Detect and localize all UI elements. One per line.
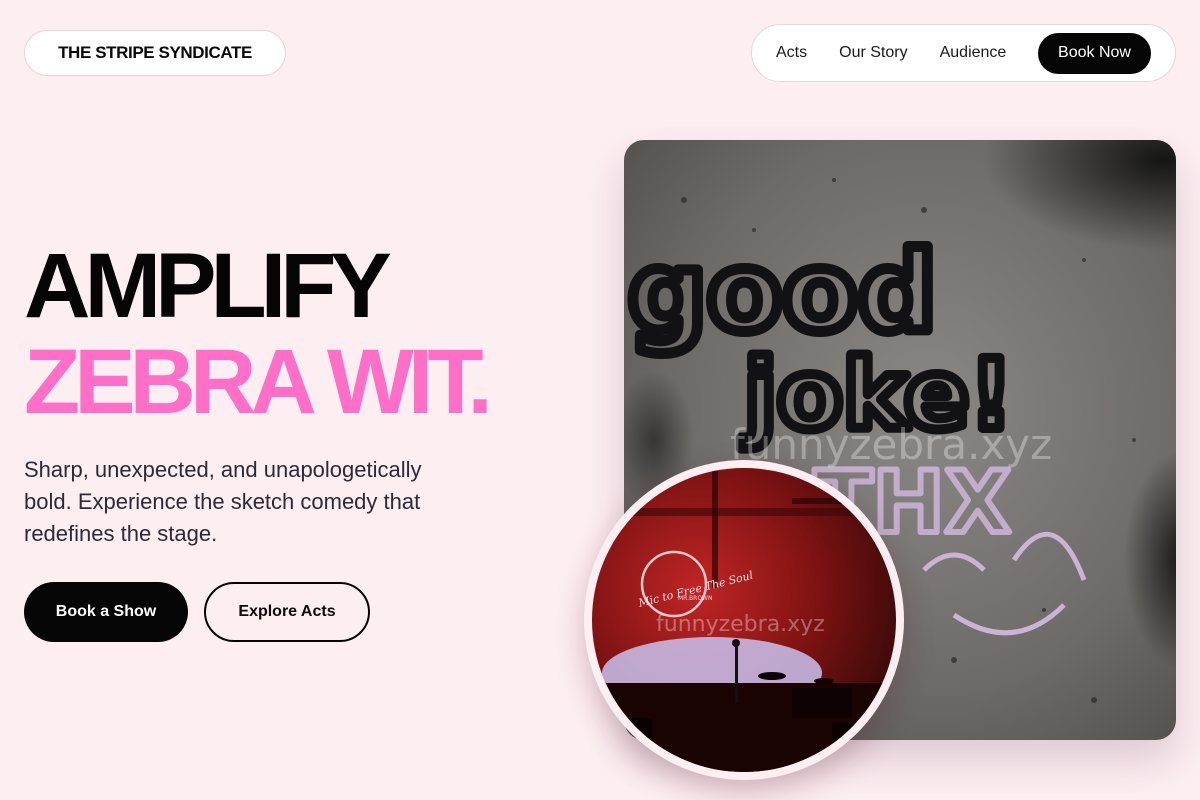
photo-watermark: funnyzebra.xyz [730,420,1053,469]
landing-page: THE STRIPE SYNDICATE Acts Our Story Audi… [0,0,1200,800]
stage-photo: Mic to Free The Soul MR.BROWN funnyzebra… [592,468,896,772]
mic-stand [735,643,738,703]
graffiti-word-good: good [628,228,937,356]
smiley-mouth [952,603,1066,636]
stage-photo-frame: Mic to Free The Soul MR.BROWN funnyzebra… [584,460,904,780]
book-a-show-button[interactable]: Book a Show [24,582,188,642]
spray-arc-right [1124,451,1176,669]
neon-sign-text: Mic to Free The Soul [636,569,755,610]
nav-link-our-story[interactable]: Our Story [839,44,907,62]
stage-watermark: funnyzebra.xyz [656,612,825,637]
smiley-eye-left [922,552,986,572]
spray-arc-top [984,140,1176,250]
neon-sign-subtext: MR.BROWN [678,595,712,602]
nav-link-audience[interactable]: Audience [940,44,1007,62]
explore-acts-button[interactable]: Explore Acts [204,582,370,642]
smiley-outline [1011,531,1087,581]
hero-title-line-2: ZEBRA WIT. [24,331,493,433]
book-now-button[interactable]: Book Now [1038,32,1151,74]
main-nav: Acts Our Story Audience Book Now [751,24,1176,82]
brand-logo[interactable]: THE STRIPE SYNDICATE [24,30,286,76]
nav-link-acts[interactable]: Acts [776,44,807,62]
hero-title-line-1: AMPLIFY [24,235,392,337]
hero-description: Sharp, unexpected, and unapologetically … [24,457,422,546]
